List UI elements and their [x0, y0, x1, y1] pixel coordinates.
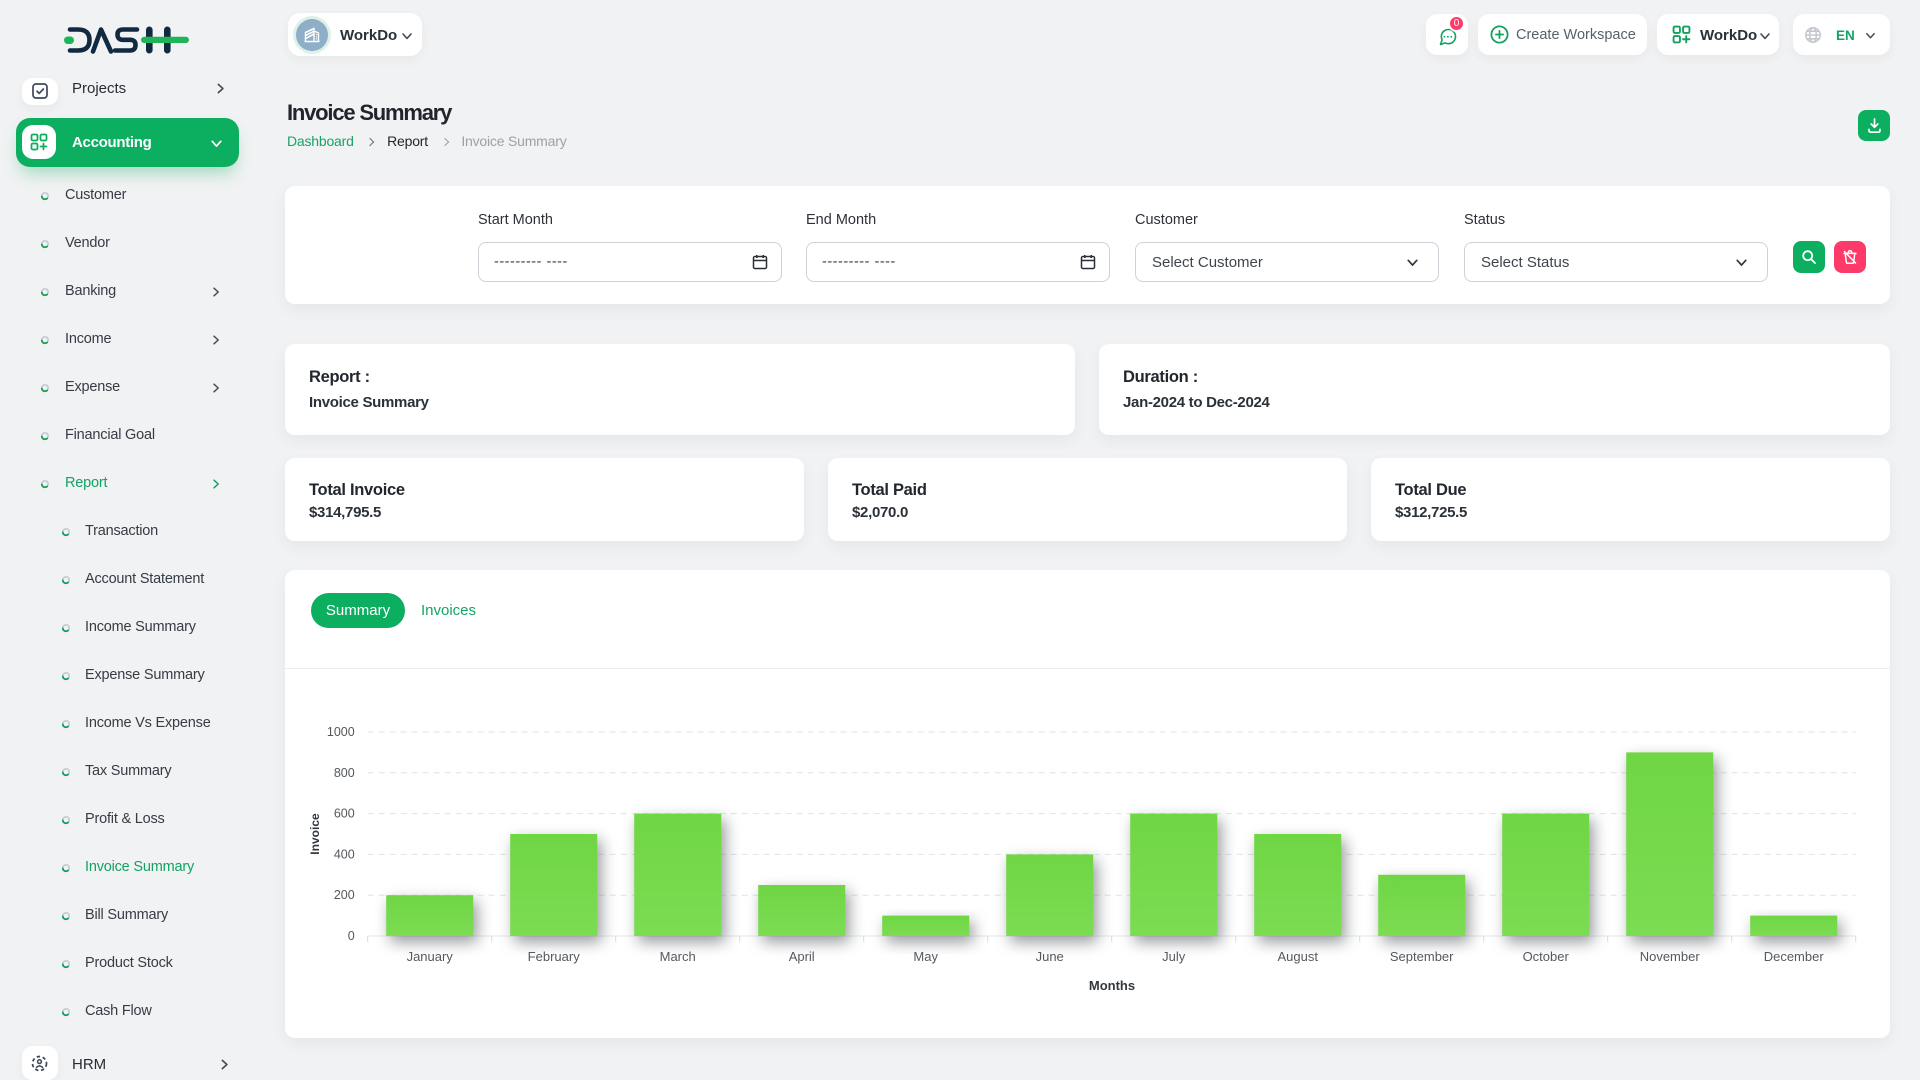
svg-text:July: July — [1162, 949, 1186, 964]
svg-text:400: 400 — [334, 847, 355, 861]
svg-text:Months: Months — [1089, 978, 1135, 993]
svg-text:200: 200 — [334, 888, 355, 902]
svg-text:April: April — [789, 949, 815, 964]
svg-text:1000: 1000 — [327, 725, 355, 739]
svg-text:Invoice: Invoice — [308, 813, 322, 855]
svg-text:September: September — [1390, 949, 1454, 964]
svg-text:600: 600 — [334, 807, 355, 821]
svg-text:December: December — [1764, 949, 1825, 964]
svg-text:October: October — [1523, 949, 1570, 964]
svg-text:March: March — [660, 949, 696, 964]
svg-text:November: November — [1640, 949, 1701, 964]
svg-text:June: June — [1036, 949, 1064, 964]
svg-text:0: 0 — [348, 929, 355, 943]
svg-text:January: January — [407, 949, 454, 964]
svg-text:February: February — [528, 949, 581, 964]
svg-text:800: 800 — [334, 766, 355, 780]
svg-text:August: August — [1277, 949, 1318, 964]
svg-text:May: May — [913, 949, 938, 964]
